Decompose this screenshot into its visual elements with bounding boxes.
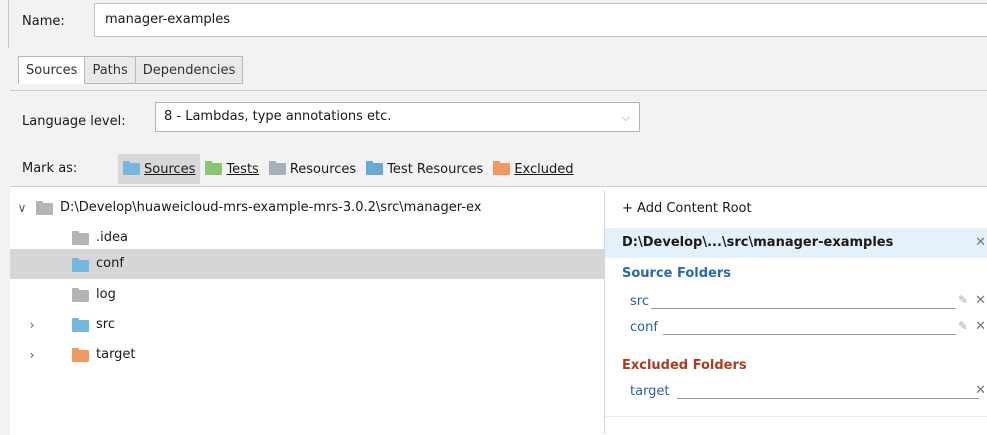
chevron-down-icon[interactable]: ∨ [16, 193, 28, 223]
mark-resources-label: Resources [289, 161, 357, 177]
divider [663, 334, 956, 335]
resources-folder-icon [268, 161, 286, 175]
mark-as-label: Mark as: [22, 161, 78, 176]
mark-excluded-button[interactable]: Excluded [488, 154, 578, 184]
mark-excluded-label: Excluded [514, 161, 574, 177]
divider [677, 398, 979, 399]
close-icon[interactable]: ✕ [975, 228, 986, 258]
tests-folder-icon [205, 161, 223, 175]
name-label: Name: [22, 14, 65, 29]
content-root-header[interactable]: D:\Develop\...\src\manager-examples ✕ [605, 228, 987, 258]
chevron-right-icon[interactable]: › [26, 340, 38, 370]
tab-sources[interactable]: Sources [18, 56, 86, 84]
language-level-value: 8 - Lambdas, type annotations etc. [164, 109, 392, 124]
edit-icon[interactable]: ✎ [958, 319, 968, 333]
folder-icon [36, 201, 53, 215]
tab-bar: Sources Paths Dependencies [18, 56, 244, 84]
source-folders-title: Source Folders [622, 266, 732, 281]
content-root-popup: + Add Content Root D:\Develop\...\src\ma… [604, 190, 987, 434]
tree-item-label: log [96, 287, 116, 302]
close-icon[interactable]: ✕ [975, 319, 986, 334]
mark-as-toolbar: Sources Tests Resources Test Resources E… [118, 154, 579, 184]
excluded-folder-icon [493, 161, 511, 175]
excluded-folders-title: Excluded Folders [622, 358, 747, 373]
sources-folder-icon [123, 161, 140, 175]
mark-test-resources-label: Test Resources [387, 161, 484, 177]
tab-dependencies[interactable]: Dependencies [135, 56, 244, 84]
mark-resources-button[interactable]: Resources [264, 154, 361, 184]
chevron-right-icon[interactable]: › [26, 310, 38, 340]
content-root-path: D:\Develop\...\src\manager-examples [622, 235, 894, 250]
excluded-folder-icon [72, 348, 89, 362]
folder-icon [72, 288, 89, 302]
source-folder-icon [72, 258, 89, 272]
name-input[interactable]: manager-examples [94, 3, 987, 37]
divider [10, 90, 987, 91]
test-resources-folder-icon [366, 161, 384, 175]
left-border [8, 0, 9, 48]
language-level-label: Language level: [22, 114, 126, 129]
source-folder-src[interactable]: src [630, 294, 649, 309]
folder-icon [72, 231, 89, 245]
language-level-select[interactable]: 8 - Lambdas, type annotations etc. ⌵ [155, 102, 640, 132]
divider [651, 308, 956, 309]
tree-item-label: target [96, 347, 136, 362]
divider [605, 416, 987, 417]
excluded-folder-target[interactable]: target [630, 384, 670, 399]
edit-icon[interactable]: ✎ [958, 293, 968, 307]
mark-sources-button[interactable]: Sources [118, 154, 201, 184]
tree-item-label: src [96, 317, 115, 332]
close-icon[interactable]: ✕ [975, 293, 986, 308]
tree-root-label: D:\Develop\huaweicloud-mrs-example-mrs-3… [60, 200, 482, 215]
chevron-down-icon[interactable]: ⌵ [622, 104, 630, 132]
mark-tests-button[interactable]: Tests [200, 154, 263, 184]
source-folder-conf[interactable]: conf [630, 320, 658, 335]
add-content-root-link[interactable]: + Add Content Root [622, 201, 752, 216]
close-icon[interactable]: ✕ [975, 383, 986, 398]
mark-tests-label: Tests [226, 161, 259, 177]
tab-paths[interactable]: Paths [85, 56, 136, 84]
mark-test-resources-button[interactable]: Test Resources [361, 154, 488, 184]
source-folder-icon [72, 318, 89, 332]
mark-sources-label: Sources [144, 161, 196, 177]
tree-item-label: conf [96, 256, 124, 271]
